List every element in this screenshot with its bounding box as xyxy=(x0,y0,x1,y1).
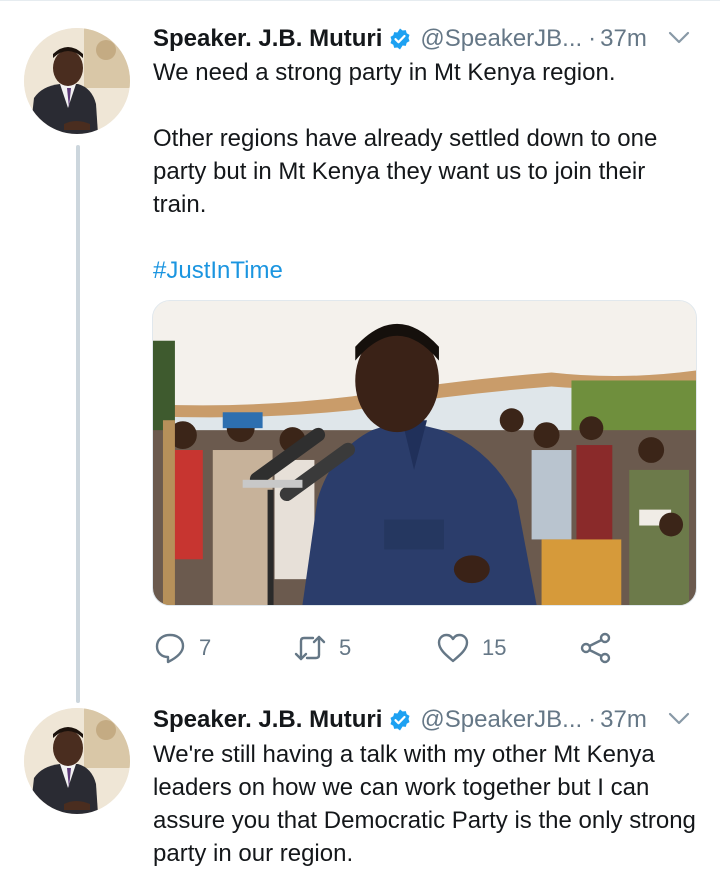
tweet-photo-image xyxy=(153,301,696,605)
separator-dot: · xyxy=(588,25,597,52)
avatar-photo xyxy=(24,28,130,134)
tweet-text: We need a strong party in Mt Kenya regio… xyxy=(153,56,698,287)
tweet-header: Speaker. J.B. Muturi @SpeakerJB... · 37m xyxy=(153,703,703,737)
avatar[interactable] xyxy=(24,708,130,814)
retweet-icon xyxy=(294,635,326,661)
author-handle[interactable]: @SpeakerJB... xyxy=(420,25,582,53)
thread-connector-line xyxy=(76,145,80,703)
author-name[interactable]: Speaker. J.B. Muturi xyxy=(153,706,382,734)
retweet-count: 5 xyxy=(339,635,352,660)
verified-badge-icon xyxy=(388,708,412,732)
author-name[interactable]: Speaker. J.B. Muturi xyxy=(153,25,382,53)
separator-dot: · xyxy=(588,706,597,733)
author-handle[interactable]: @SpeakerJB... xyxy=(420,706,582,734)
reply-icon xyxy=(155,633,185,664)
hashtag-link[interactable]: #JustInTime xyxy=(153,254,698,287)
timestamp[interactable]: 37m xyxy=(600,25,647,53)
retweet-button[interactable]: 5 xyxy=(293,628,351,668)
avatar[interactable] xyxy=(24,28,130,134)
tweet-actions: 7 5 15 xyxy=(153,628,623,668)
like-button[interactable]: 15 xyxy=(436,628,506,668)
top-divider xyxy=(0,0,720,1)
reply-count: 7 xyxy=(199,635,212,660)
share-button[interactable] xyxy=(579,628,613,668)
tweet-photo[interactable] xyxy=(152,300,697,606)
chevron-down-icon[interactable] xyxy=(667,28,691,48)
verified-badge-icon xyxy=(388,27,412,51)
tweet-text-line: We need a strong party in Mt Kenya regio… xyxy=(153,59,616,86)
tweet-header: Speaker. J.B. Muturi @SpeakerJB... · 37m xyxy=(153,22,703,56)
avatar-photo xyxy=(24,708,130,814)
timestamp[interactable]: 37m xyxy=(600,706,647,734)
reply-button[interactable]: 7 xyxy=(153,628,211,668)
share-icon xyxy=(580,632,611,664)
heart-icon xyxy=(437,633,469,663)
tweet-text: We're still having a talk with my other … xyxy=(153,738,698,870)
chevron-down-icon[interactable] xyxy=(667,709,691,729)
tweet-text-line: Other regions have already settled down … xyxy=(153,125,658,218)
like-count: 15 xyxy=(482,635,507,660)
tweet-text-body: We're still having a talk with my other … xyxy=(153,741,696,867)
